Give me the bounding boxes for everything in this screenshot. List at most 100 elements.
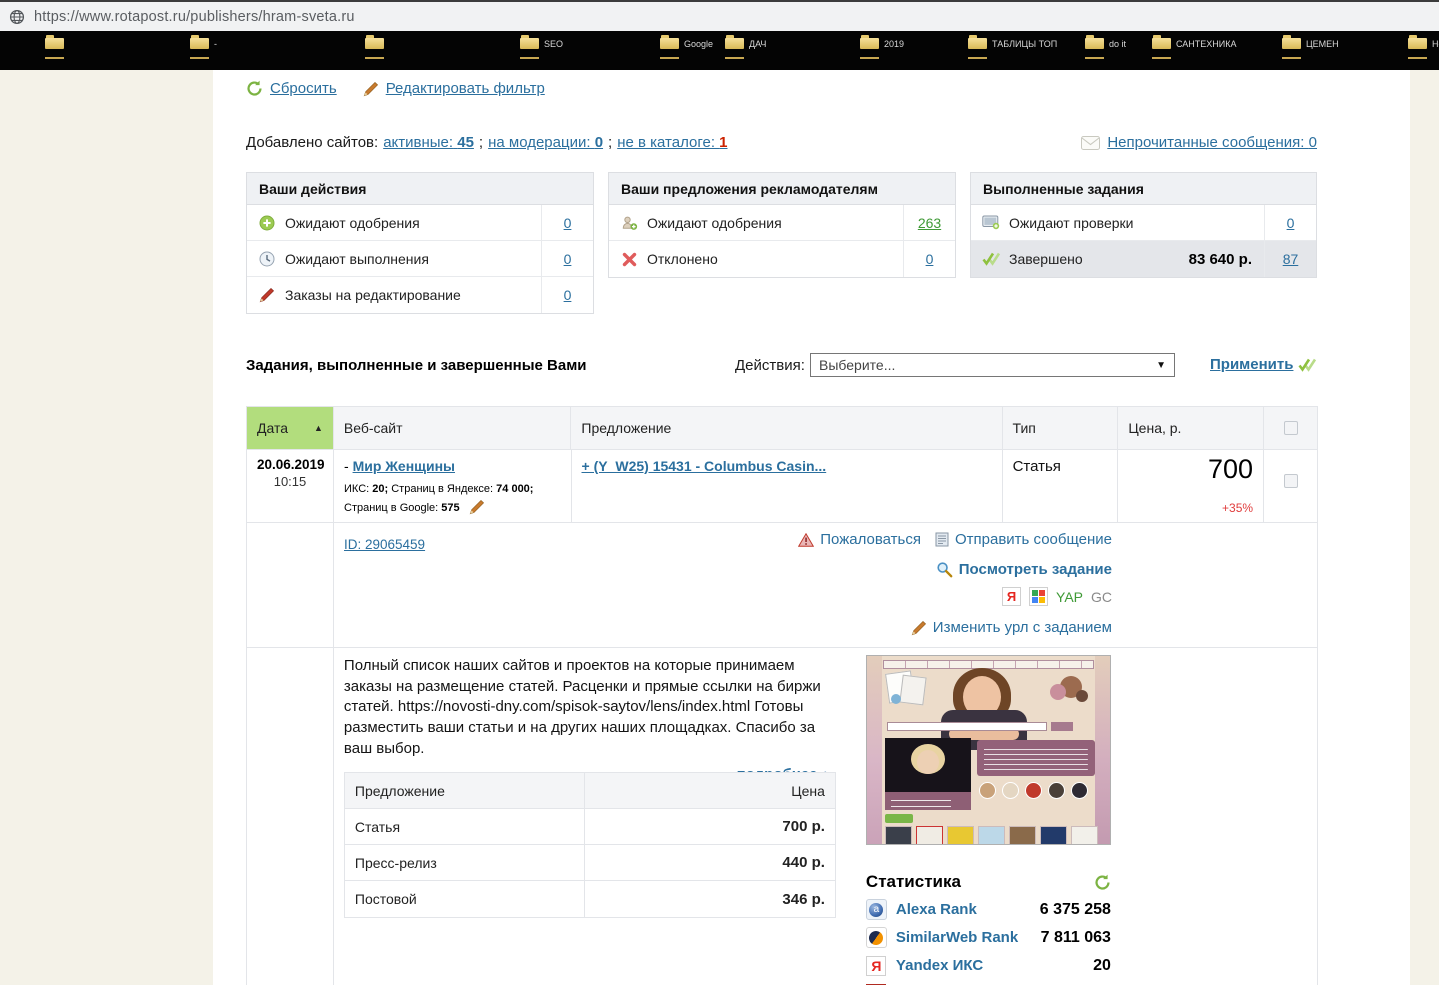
- panel-row: Отклонено 0: [609, 241, 955, 277]
- moderation-sites-link[interactable]: на модерации: 0: [488, 134, 603, 151]
- edit-filter-link[interactable]: Редактировать фильтр: [363, 80, 545, 97]
- awaiting-completion-count[interactable]: 0: [564, 251, 572, 267]
- thumbnail-decoration: [1047, 782, 1065, 799]
- unread-messages-label[interactable]: Непрочитанные сообщения: 0: [1107, 134, 1317, 151]
- site-thumbnail[interactable]: [865, 655, 1111, 845]
- actions-select[interactable]: Выберите... ▼: [810, 353, 1175, 377]
- google-icon[interactable]: [1029, 587, 1049, 606]
- awaiting-approval-count[interactable]: 0: [564, 215, 572, 231]
- website-link[interactable]: Мир Женщины: [353, 458, 455, 474]
- yandex-icon[interactable]: Я: [1002, 587, 1022, 606]
- bookmark-item[interactable]: ЦЕМЕН: [1282, 35, 1339, 59]
- edit-url-link[interactable]: Изменить урл с заданием: [911, 619, 1112, 636]
- thumbnail-decoration: [915, 826, 943, 844]
- active-sites-link[interactable]: активные: 45: [383, 134, 474, 151]
- pencil-icon[interactable]: [469, 499, 485, 515]
- clock-icon: [257, 251, 277, 267]
- bookmark-underline: [1408, 57, 1427, 59]
- red-x-icon: [619, 252, 639, 267]
- bookmark-underline: [365, 57, 384, 59]
- yandex-iks-value: 20: [1093, 956, 1111, 974]
- bookmark-item[interactable]: [45, 35, 69, 59]
- panel-row-label: Заказы на редактирование: [285, 287, 461, 303]
- separator: ;: [478, 134, 484, 151]
- apply-label[interactable]: Применить: [1210, 356, 1293, 373]
- statistics-title: Статистика: [865, 872, 961, 891]
- bookmark-label: -: [214, 38, 217, 49]
- offers-awaiting-approval-count[interactable]: 263: [918, 215, 941, 231]
- panel-row: Заказы на редактирование 0: [247, 277, 593, 313]
- alexa-rank-value: 6 375 258: [1039, 900, 1111, 918]
- not-in-catalog-link[interactable]: не в каталоге: 1: [617, 134, 727, 151]
- pricing-table: Предложение Цена Статья 700 р. Пресс-рел…: [343, 772, 836, 918]
- bookmark-item[interactable]: SEO: [520, 35, 563, 59]
- bookmark-item[interactable]: -: [190, 35, 217, 59]
- chevron-down-icon: ▼: [1156, 359, 1166, 371]
- rejected-count[interactable]: 0: [926, 251, 934, 267]
- thumbnail-decoration: [916, 750, 939, 774]
- reset-filter-label[interactable]: Сбросить: [270, 80, 337, 97]
- double-check-icon: [1298, 358, 1317, 372]
- bookmark-underline: [968, 57, 987, 59]
- envelope-icon: [1081, 135, 1101, 150]
- awaiting-check-count[interactable]: 0: [1287, 215, 1295, 231]
- double-check-icon: [981, 252, 1001, 266]
- bookmark-item[interactable]: САНТЕХНИКА: [1152, 35, 1237, 59]
- url-text[interactable]: https://www.rotapost.ru/publishers/hram-…: [34, 9, 355, 25]
- edit-filter-label[interactable]: Редактировать фильтр: [386, 80, 545, 97]
- sites-added-summary: Добавлено сайтов: активные: 45 ; на моде…: [246, 134, 728, 151]
- thumbnail-decoration: [1001, 782, 1019, 799]
- bookmark-item[interactable]: Новый: [1408, 35, 1439, 59]
- bookmark-underline: [520, 57, 539, 59]
- panel-your-offers: Ваши предложения рекламодателям Ожидают …: [608, 172, 956, 278]
- user-add-icon: [619, 215, 639, 231]
- apply-button[interactable]: Применить: [1210, 356, 1317, 373]
- folder-icon: [860, 35, 879, 49]
- bookmark-label: САНТЕХНИКА: [1176, 38, 1237, 49]
- page-background: Сбросить Редактировать фильтр Добавлено …: [0, 70, 1439, 985]
- completed-count[interactable]: 87: [1283, 251, 1299, 267]
- row-checkbox[interactable]: [1283, 474, 1298, 488]
- bookmarks-bar: - SEO Google 2019 ТАБЛИЦЫ ТОП ДАЧ do it …: [0, 31, 1439, 70]
- alexa-rank-link[interactable]: Alexa Rank: [896, 901, 977, 918]
- similarweb-rank-link[interactable]: SimilarWeb Rank: [896, 929, 1018, 946]
- panel-row-label: Завершено: [1009, 251, 1083, 267]
- send-message-link[interactable]: Отправить сообщение: [935, 531, 1112, 548]
- bookmark-underline: [660, 57, 679, 59]
- panel-row: Ожидают одобрения 263: [609, 205, 955, 241]
- offer-link[interactable]: + (Y_W25) 15431 - Columbus Casin...: [582, 458, 827, 474]
- panel-row: Ожидают проверки 0: [971, 205, 1316, 241]
- bookmark-label: ДАЧ: [749, 38, 767, 49]
- column-header-type: Тип: [1003, 407, 1119, 449]
- task-id-link[interactable]: ID: 29065459: [344, 537, 425, 552]
- bookmark-item[interactable]: [365, 35, 389, 59]
- refresh-icon: [246, 80, 263, 97]
- pricing-header-row: Предложение Цена: [344, 773, 835, 809]
- panel-title: Выполненные задания: [971, 173, 1316, 205]
- refresh-icon[interactable]: [1094, 874, 1111, 891]
- statistics-block: Статистика a Alexa Rank 6 375 258 Simila…: [865, 872, 1111, 985]
- edit-orders-count[interactable]: 0: [564, 287, 572, 303]
- bookmark-item[interactable]: ТАБЛИЦЫ ТОП: [968, 35, 1057, 59]
- row-checkbox-cell: [1264, 450, 1317, 522]
- offer-cell: + (Y_W25) 15431 - Columbus Casin...: [572, 450, 1003, 522]
- thumbnail-decoration: [884, 826, 912, 844]
- panel-row-label: Отклонено: [647, 251, 718, 267]
- unread-messages-link[interactable]: Непрочитанные сообщения: 0: [1081, 134, 1317, 151]
- thumbnail-decoration: [1039, 826, 1067, 844]
- bookmark-item[interactable]: ДАЧ: [725, 35, 767, 59]
- warning-icon: [798, 532, 815, 547]
- folder-icon: [968, 35, 987, 49]
- select-all-checkbox[interactable]: [1283, 421, 1298, 435]
- bookmark-item[interactable]: 2019: [860, 35, 904, 59]
- thumbnail-decoration: [1024, 782, 1042, 799]
- date-cell: 20.06.2019 10:15: [247, 450, 334, 522]
- reset-filter-link[interactable]: Сбросить: [246, 80, 337, 97]
- complain-link[interactable]: Пожаловаться: [798, 531, 921, 548]
- yandex-iks-link[interactable]: Yandex ИКС: [896, 957, 983, 974]
- bookmark-underline: [1282, 57, 1301, 59]
- bookmark-item[interactable]: do it: [1085, 35, 1126, 59]
- column-header-date[interactable]: Дата ▲: [247, 407, 334, 449]
- bookmark-item[interactable]: Google: [660, 35, 713, 59]
- view-task-link[interactable]: Посмотреть задание: [936, 561, 1112, 578]
